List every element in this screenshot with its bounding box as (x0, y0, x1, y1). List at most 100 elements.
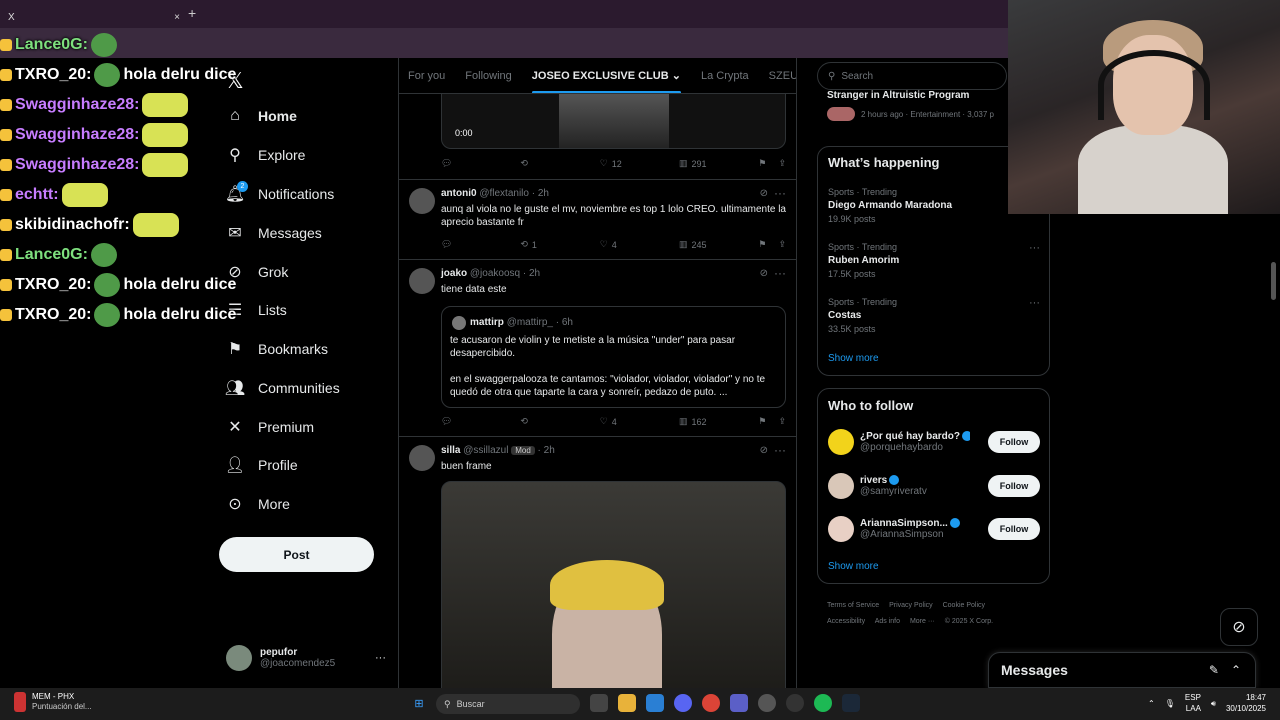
tweet-time[interactable]: · 2h (523, 268, 540, 279)
store-icon[interactable] (646, 694, 664, 712)
new-tab-button[interactable]: + (188, 5, 196, 21)
nav-premium[interactable]: ✕ Premium (226, 411, 386, 443)
nav-bookmarks[interactable]: ⚑ Bookmarks (226, 333, 386, 365)
repost-button[interactable]: ⟲ 1 (520, 239, 560, 250)
tweet[interactable]: antoni0 @flextanilo · 2h ⊘ ··· aunq al v… (399, 180, 796, 260)
footer-link[interactable]: More ··· (910, 618, 935, 625)
chrome-icon[interactable] (702, 694, 720, 712)
tab-for-you[interactable]: For you (408, 70, 445, 82)
follow-button[interactable]: Follow (988, 431, 1040, 453)
footer-link[interactable]: Terms of Service (827, 602, 879, 609)
footer-link[interactable]: Ads info (875, 618, 900, 625)
reply-button[interactable]: 💬︎ (441, 239, 481, 250)
nav-profile[interactable]: 👤︎ Profile (225, 449, 386, 481)
views-button[interactable]: ▥ 162 (679, 416, 719, 427)
footer-link[interactable]: Privacy Policy (889, 602, 933, 609)
tweet-time[interactable]: · 2h (538, 445, 555, 456)
footer-link[interactable]: Accessibility (827, 618, 865, 625)
share-icon[interactable]: ⇪ (778, 158, 786, 169)
avatar[interactable] (409, 188, 435, 214)
grok-icon[interactable]: ⊘ (1220, 608, 1258, 646)
task-view-icon[interactable] (590, 694, 608, 712)
tweet[interactable]: silla @ssillazul Mod · 2h ⊘ ··· buen fra… (399, 437, 796, 688)
tab-joseo-exclusive-club[interactable]: JOSEO EXCLUSIVE CLUB ⌄ (531, 69, 682, 93)
obs-icon[interactable] (786, 694, 804, 712)
show-more-link[interactable]: Show more (828, 561, 879, 572)
footer-link[interactable]: Cookie Policy (943, 602, 985, 609)
discord-icon[interactable] (674, 694, 692, 712)
video-player[interactable]: 0:00 (441, 94, 786, 149)
tray-chevron-icon[interactable]: ⌃ (1148, 698, 1155, 709)
like-button[interactable]: ♡ 12 (600, 158, 640, 169)
windows-start-icon[interactable]: ⊞ (410, 694, 428, 712)
tweet-time[interactable]: · 2h (532, 188, 549, 199)
share-icon[interactable]: ⇪ (778, 239, 786, 250)
share-icon[interactable]: ⇪ (778, 416, 786, 427)
clock-time[interactable]: 18:47 (1226, 692, 1266, 703)
page-scrollbar[interactable] (1271, 262, 1276, 300)
more-dots-icon[interactable]: ··· (1029, 242, 1040, 254)
grok-icon[interactable]: ⊘ (760, 268, 768, 279)
search-input[interactable]: ⚲ Search (817, 62, 1007, 90)
reply-button[interactable]: 💬︎ (441, 416, 481, 427)
messages-dock[interactable]: Messages ✎ ⌃ (988, 652, 1256, 688)
file-explorer-icon[interactable] (618, 694, 636, 712)
teams-icon[interactable] (730, 694, 748, 712)
quoted-tweet[interactable]: mattirp @mattirp_ · 6h te acusaron de vi… (441, 306, 786, 408)
tweet[interactable]: joako @joakoosq · 2h ⊘ ··· tiene data es… (399, 260, 796, 437)
follow-suggestion[interactable]: rivers @samyriveratv Follow (828, 469, 1040, 503)
tweet[interactable]: 0:00 💬︎ ⟲ ♡ 12 ▥ 291 ⚑ ⇪ (399, 94, 796, 180)
show-more-link[interactable]: Show more (828, 353, 879, 364)
bookmark-icon[interactable]: ⚑ (758, 158, 766, 169)
browser-tab[interactable]: X × (8, 6, 180, 28)
compose-message-icon[interactable]: ✎ (1209, 663, 1219, 677)
like-button[interactable]: ♡ 4 (600, 416, 640, 427)
settings-icon[interactable] (758, 694, 776, 712)
close-tab-icon[interactable]: × (174, 12, 180, 23)
account-switcher[interactable]: pepufor @joacomendez5 ··· (226, 640, 386, 676)
post-button[interactable]: Post (219, 537, 374, 572)
author-name[interactable]: silla (441, 445, 460, 456)
language-indicator[interactable]: ESP (1185, 692, 1201, 703)
trend-item[interactable]: Sports · Trending Ruben Amorim 17.5K pos… (828, 242, 1040, 279)
more-dots-icon[interactable]: ··· (774, 443, 786, 457)
more-dots-icon[interactable]: ··· (1029, 297, 1040, 309)
more-dots-icon[interactable]: ··· (774, 266, 786, 280)
repost-button[interactable]: ⟲ (520, 158, 560, 169)
author-handle[interactable]: @joakoosq (470, 268, 520, 279)
bookmark-icon[interactable]: ⚑ (758, 416, 766, 427)
tab-following[interactable]: Following (465, 70, 511, 82)
grok-icon[interactable]: ⊘ (760, 188, 768, 199)
repost-button[interactable]: ⟲ (520, 416, 560, 427)
follow-suggestion[interactable]: AriannaSimpson... @AriannaSimpson Follow (828, 512, 1040, 546)
author-handle[interactable]: @flextanilo (479, 188, 529, 199)
follow-suggestion[interactable]: ¿Por qué hay bardo? @porquehaybardo Follo… (828, 425, 1040, 459)
expand-icon[interactable]: ⌃ (1231, 663, 1241, 677)
author-handle[interactable]: @ssillazul (463, 445, 508, 456)
author-name[interactable]: joako (441, 268, 467, 279)
steam-icon[interactable] (842, 694, 860, 712)
more-dots-icon[interactable]: ··· (375, 652, 386, 664)
follow-button[interactable]: Follow (988, 475, 1040, 497)
avatar[interactable] (409, 268, 435, 294)
reply-button[interactable]: 💬︎ (441, 158, 481, 169)
spotify-icon[interactable] (814, 694, 832, 712)
taskbar-widget[interactable]: MEM - PHX Puntuación del... (14, 692, 92, 712)
volume-icon[interactable]: 🔊︎ (1211, 698, 1216, 709)
grok-icon[interactable]: ⊘ (760, 445, 768, 456)
views-button[interactable]: ▥ 245 (679, 239, 719, 250)
microphone-icon[interactable]: 🎙︎ (1165, 698, 1175, 709)
more-dots-icon[interactable]: ··· (774, 186, 786, 200)
tab-szeus[interactable]: SZEUS Pe (769, 70, 796, 82)
views-button[interactable]: ▥ 291 (679, 158, 719, 169)
follow-button[interactable]: Follow (988, 518, 1040, 540)
nav-communities[interactable]: 👥︎ Communities (225, 372, 386, 404)
trend-item[interactable]: Sports · Trending Costas 33.5K posts ··· (828, 297, 1040, 334)
tweet-image[interactable] (441, 481, 786, 688)
tab-la-crypta[interactable]: La Crypta (701, 70, 749, 82)
taskbar-search[interactable]: ⚲ Buscar (436, 694, 580, 714)
avatar[interactable] (409, 445, 435, 471)
nav-more[interactable]: ⊙ More (226, 488, 386, 520)
bookmark-icon[interactable]: ⚑ (758, 239, 766, 250)
author-name[interactable]: antoni0 (441, 188, 477, 199)
